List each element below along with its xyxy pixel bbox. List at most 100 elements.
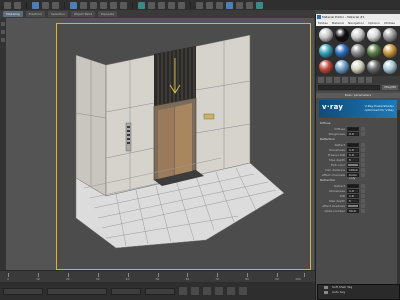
show-map-icon[interactable] bbox=[358, 77, 364, 83]
material-sample-sphere[interactable] bbox=[351, 44, 365, 58]
align-icon[interactable] bbox=[178, 1, 185, 9]
curve-editor-icon[interactable] bbox=[206, 1, 213, 9]
pan-icon[interactable] bbox=[239, 287, 247, 295]
select-icon[interactable] bbox=[70, 1, 77, 9]
percent-snap-icon[interactable] bbox=[158, 1, 165, 9]
snap-icon[interactable] bbox=[138, 1, 145, 9]
next-frame-icon[interactable] bbox=[191, 287, 199, 295]
refract-color-swatch[interactable] bbox=[347, 183, 359, 188]
menu-material[interactable]: Material bbox=[332, 21, 344, 25]
unlink-icon[interactable] bbox=[42, 1, 49, 9]
material-sample-sphere[interactable] bbox=[335, 44, 349, 58]
tab-object-paint[interactable]: Object Paint bbox=[70, 11, 96, 17]
menu-options[interactable]: Options bbox=[368, 21, 380, 25]
put-to-scene-icon[interactable] bbox=[326, 77, 332, 83]
refract-map-button[interactable] bbox=[361, 188, 365, 193]
material-sample-sphere[interactable] bbox=[335, 28, 349, 42]
refract-map-button[interactable] bbox=[361, 183, 365, 188]
rail-button[interactable] bbox=[1, 22, 5, 26]
refract-value-field[interactable]: 50.0 bbox=[347, 208, 359, 213]
reset-map-icon[interactable] bbox=[342, 77, 348, 83]
material-sample-sphere[interactable] bbox=[351, 60, 365, 74]
refract-map-button[interactable] bbox=[361, 203, 365, 208]
reflect-map-button[interactable] bbox=[361, 172, 365, 177]
rail-button[interactable] bbox=[1, 30, 5, 34]
link-icon[interactable] bbox=[32, 1, 39, 9]
refract-map-button[interactable] bbox=[361, 208, 365, 213]
reflect-value-field[interactable]: 5 bbox=[347, 157, 359, 162]
material-sample-sphere[interactable] bbox=[319, 60, 333, 74]
angle-snap-icon[interactable] bbox=[148, 1, 155, 9]
x-coordinate-field[interactable] bbox=[111, 287, 141, 295]
refract-map-button[interactable] bbox=[361, 198, 365, 203]
menu-modes[interactable]: Modes bbox=[318, 21, 328, 25]
go-parent-icon[interactable] bbox=[366, 77, 372, 83]
menu-utilities[interactable]: Utilities bbox=[384, 21, 395, 25]
material-sample-sphere[interactable] bbox=[367, 60, 381, 74]
popup-row-auto-key[interactable]: Auto Key bbox=[318, 290, 399, 295]
material-sample-sphere[interactable] bbox=[335, 60, 349, 74]
diffuse-value-field[interactable]: 0.0 bbox=[347, 131, 359, 136]
material-sample-sphere[interactable] bbox=[383, 60, 397, 74]
maxscript-listener[interactable] bbox=[3, 287, 43, 295]
diffuse-map-button[interactable] bbox=[361, 131, 365, 136]
material-editor-icon[interactable] bbox=[226, 1, 233, 9]
tab-selection[interactable]: Selection bbox=[48, 11, 68, 17]
render-frame-icon[interactable] bbox=[246, 1, 253, 9]
reflect-value-field[interactable]: 1.6 bbox=[347, 152, 359, 157]
reflect-value-field[interactable]: 1.0 bbox=[347, 147, 359, 152]
zoom-icon[interactable] bbox=[215, 287, 223, 295]
refract-value-field[interactable]: 1.6 bbox=[347, 193, 359, 198]
refract-value-field[interactable]: 5 bbox=[347, 198, 359, 203]
reflect-map-button[interactable] bbox=[361, 152, 365, 157]
schematic-icon[interactable] bbox=[216, 1, 223, 9]
select-by-name-icon[interactable] bbox=[80, 1, 87, 9]
reflect-map-button[interactable] bbox=[361, 142, 365, 147]
reflect-map-button[interactable] bbox=[361, 167, 365, 172]
layer-icon[interactable] bbox=[196, 1, 203, 9]
reflect-value-field[interactable]: 100.0 bbox=[347, 167, 359, 172]
reflect-color-swatch[interactable] bbox=[347, 142, 359, 147]
material-sample-sphere[interactable] bbox=[367, 28, 381, 42]
tab-freeform[interactable]: Freeform bbox=[25, 11, 46, 17]
orbit-icon[interactable] bbox=[227, 287, 235, 295]
undo-icon[interactable] bbox=[4, 1, 11, 9]
scale-icon[interactable] bbox=[120, 1, 127, 9]
key-mode-icon[interactable] bbox=[203, 287, 211, 295]
tab-populate[interactable]: Populate bbox=[98, 11, 118, 17]
make-unique-icon[interactable] bbox=[350, 77, 356, 83]
get-material-icon[interactable] bbox=[318, 77, 324, 83]
perspective-viewport[interactable] bbox=[6, 18, 314, 270]
basic-parameters-rollout[interactable]: Basic parameters bbox=[316, 93, 400, 98]
tab-modeling[interactable]: Modeling bbox=[3, 11, 23, 17]
material-type-button[interactable]: VRayMtl bbox=[382, 85, 398, 90]
diffuse-map-button[interactable] bbox=[361, 126, 365, 131]
reflect-color-swatch[interactable] bbox=[347, 162, 359, 167]
bind-icon[interactable] bbox=[52, 1, 59, 9]
refract-value-field[interactable]: 1.0 bbox=[347, 188, 359, 193]
reflect-map-button[interactable] bbox=[361, 147, 365, 152]
render-icon[interactable] bbox=[256, 1, 263, 9]
play-icon[interactable] bbox=[179, 287, 187, 295]
reflect-map-button[interactable] bbox=[361, 162, 365, 167]
material-sample-sphere[interactable] bbox=[367, 44, 381, 58]
rail-button[interactable] bbox=[1, 38, 5, 42]
reflect-map-button[interactable] bbox=[361, 157, 365, 162]
timeline[interactable]: 0 10 20 30 40 50 60 70 80 90 100 bbox=[0, 270, 315, 282]
diffuse-color-swatch[interactable] bbox=[347, 126, 359, 131]
render-setup-icon[interactable] bbox=[236, 1, 243, 9]
material-sample-sphere[interactable] bbox=[383, 44, 397, 58]
material-sample-sphere[interactable] bbox=[319, 44, 333, 58]
material-name-field[interactable] bbox=[318, 85, 380, 90]
y-coordinate-field[interactable] bbox=[145, 287, 175, 295]
menu-navigation[interactable]: Navigation bbox=[348, 21, 364, 25]
mirror-icon[interactable] bbox=[168, 1, 175, 9]
assign-material-icon[interactable] bbox=[334, 77, 340, 83]
material-sample-sphere[interactable] bbox=[319, 28, 333, 42]
move-icon[interactable] bbox=[100, 1, 107, 9]
refract-map-button[interactable] bbox=[361, 193, 365, 198]
region-select-icon[interactable] bbox=[90, 1, 97, 9]
rotate-icon[interactable] bbox=[110, 1, 117, 9]
material-sample-sphere[interactable] bbox=[383, 28, 397, 42]
material-sample-sphere[interactable] bbox=[351, 28, 365, 42]
